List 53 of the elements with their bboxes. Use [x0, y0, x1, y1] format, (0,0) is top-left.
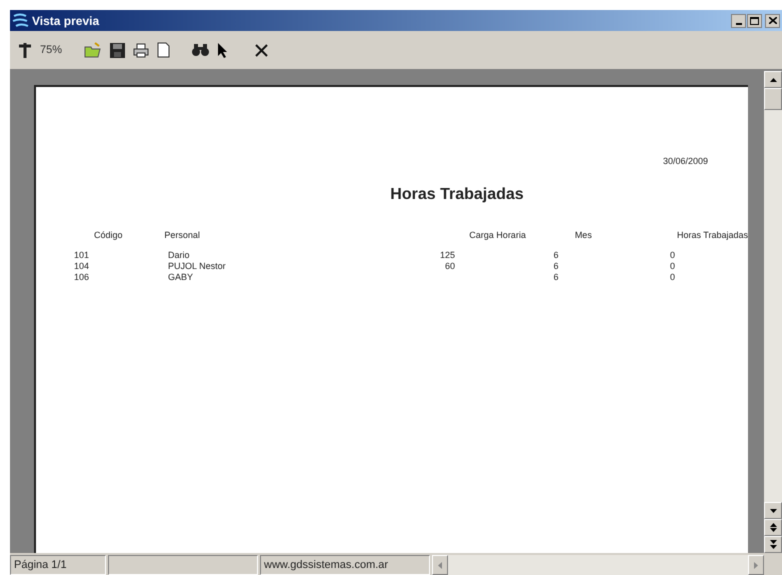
table-cell: 0: [670, 272, 675, 282]
right-arrow-icon: [754, 562, 758, 568]
page-icon[interactable]: [157, 42, 170, 58]
table-cell: 125: [440, 250, 455, 260]
down-arrow-icon: [770, 508, 776, 512]
table-cell: 101: [74, 250, 90, 260]
website-url: www.gdssistemas.com.ar: [260, 555, 430, 575]
column-header: Código: [94, 230, 123, 240]
maximize-icon: [750, 16, 759, 24]
print-icon[interactable]: [133, 42, 150, 58]
table-cell: 104: [74, 261, 90, 272]
maximize-button[interactable]: [747, 14, 762, 28]
next-page-button[interactable]: [764, 536, 782, 553]
minimize-icon: [736, 22, 742, 24]
page-indicator: Página 1/1: [10, 555, 106, 575]
left-arrow-icon: [438, 562, 442, 568]
up-arrow-icon: [770, 78, 776, 82]
report-title: Horas Trabajadas: [390, 184, 524, 204]
folder-icon[interactable]: [84, 42, 102, 58]
column-header: Personal: [164, 230, 200, 240]
table-cell: PUJOL Nestor: [168, 261, 226, 272]
table-cell: Dario: [168, 250, 190, 260]
table-cell: 6: [553, 250, 558, 260]
scroll-left-button[interactable]: [432, 555, 448, 575]
close-icon: [768, 17, 776, 24]
window-title: Vista previa: [32, 12, 100, 30]
table-cell: 106: [74, 272, 90, 282]
table-cell: 0: [670, 250, 675, 260]
close-icon[interactable]: [255, 44, 268, 56]
close-button[interactable]: [765, 14, 780, 28]
table-cell: 0: [670, 261, 675, 272]
save-icon[interactable]: [110, 42, 126, 58]
horizontal-scrollbar[interactable]: [432, 555, 764, 575]
table-cell: 60: [444, 261, 455, 272]
previous-page-button[interactable]: [764, 519, 782, 536]
double-down-arrow-icon: [770, 540, 776, 549]
double-arrow-icon: [770, 523, 776, 532]
column-header: Horas Trabajadas: [676, 230, 748, 240]
table-cell: GABY: [168, 272, 194, 282]
report-date: 30/06/2009: [662, 155, 708, 168]
zoom-level[interactable]: 75%: [40, 42, 62, 58]
table-cell: 6: [553, 261, 558, 272]
scroll-up-button[interactable]: [764, 71, 782, 88]
binoculars-icon[interactable]: [192, 43, 210, 57]
column-header: Carga Horaria: [469, 230, 526, 240]
vertical-scrollbar[interactable]: [764, 71, 782, 553]
scroll-thumb[interactable]: [764, 88, 782, 110]
scroll-down-button[interactable]: [764, 502, 782, 519]
minimize-button[interactable]: [731, 14, 746, 28]
scroll-right-button[interactable]: [748, 555, 764, 575]
app-logo-icon: [12, 12, 30, 28]
column-header: Mes: [574, 230, 592, 240]
table-cell: 6: [553, 272, 558, 282]
